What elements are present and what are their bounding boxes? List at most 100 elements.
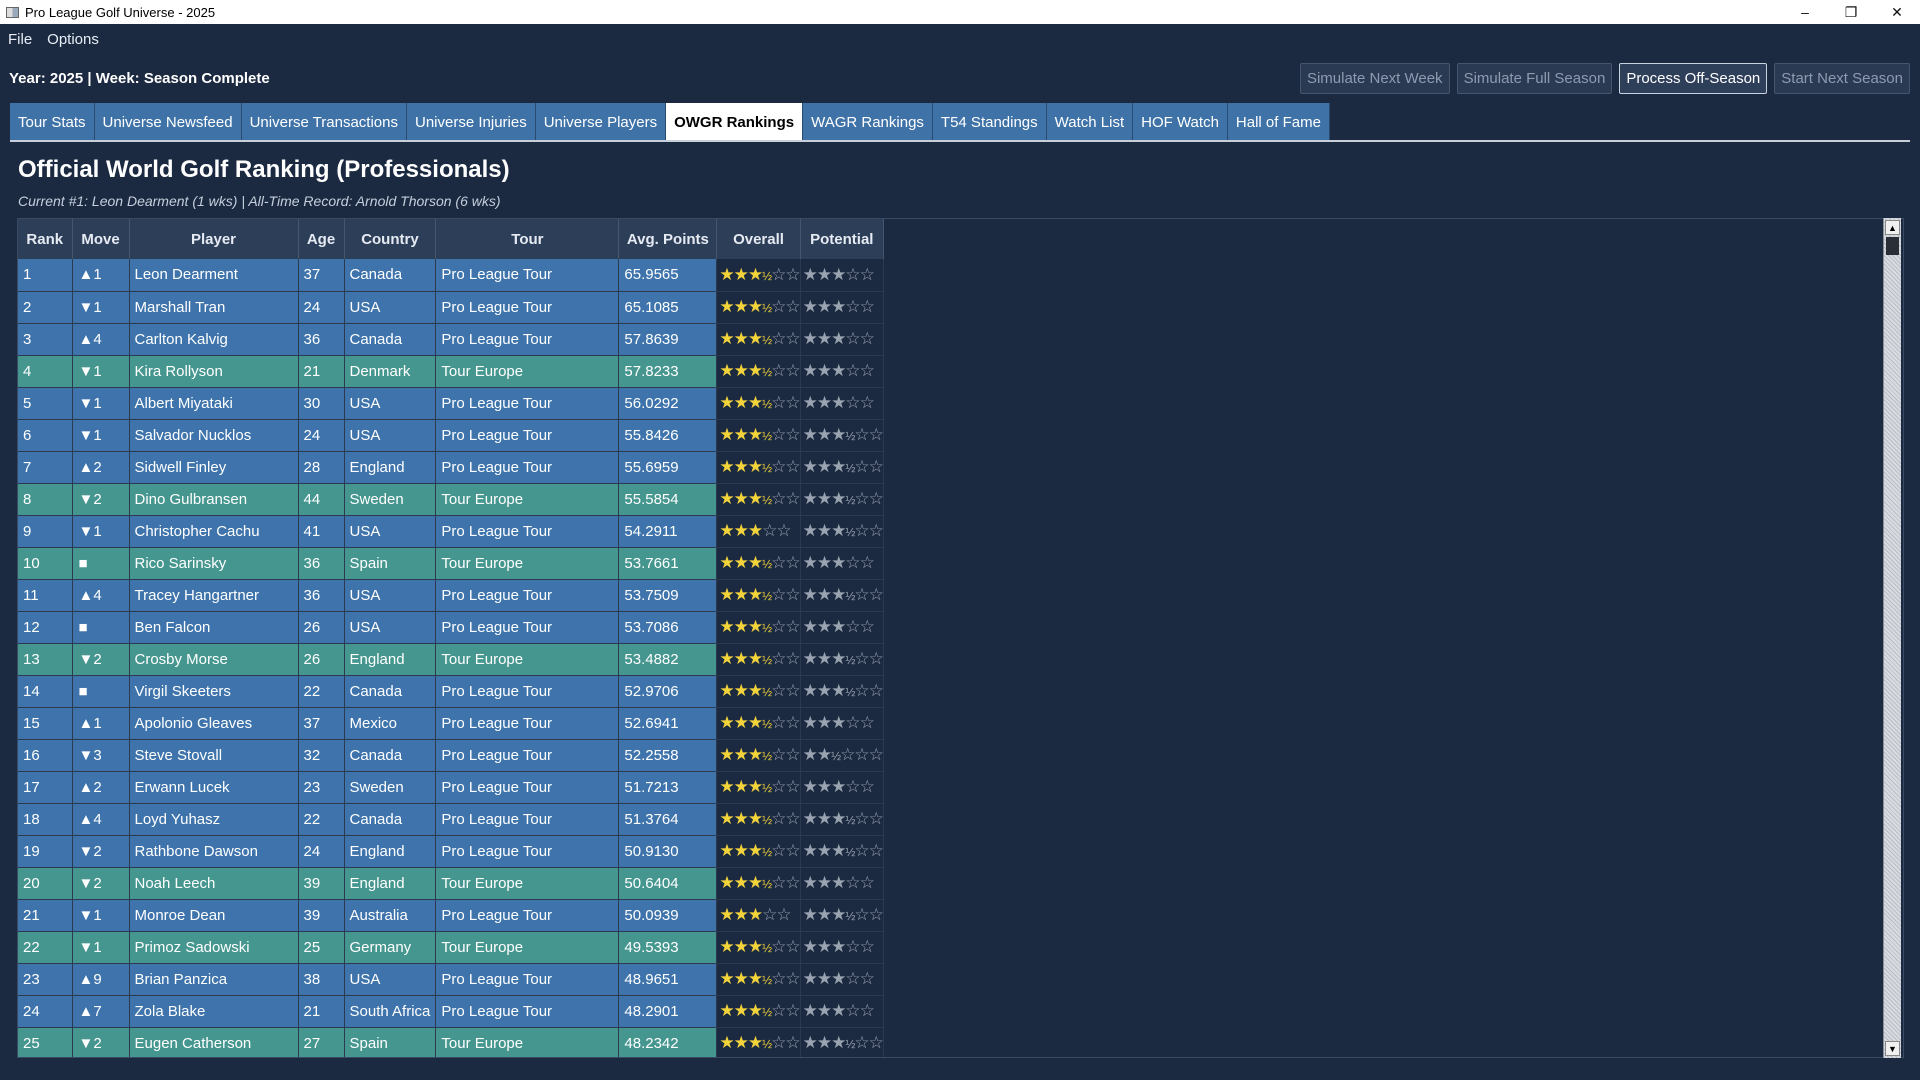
column-header-player[interactable]: Player <box>129 219 299 259</box>
table-row[interactable]: 20 ▼2 Noah Leech 39 England Tour Europe 50.640… <box>18 867 884 900</box>
table-row[interactable]: 8 ▼2 Dino Gulbransen 44 Sweden Tour Europe 55.… <box>18 483 884 516</box>
table-row[interactable]: 15 ▲1 Apolonio Gleaves 37 Mexico Pro League T… <box>18 707 884 740</box>
player-cell: Tracey Hangartner <box>129 579 299 612</box>
country-cell: USA <box>344 387 437 420</box>
table-row[interactable]: 1 ▲1 Leon Dearment 37 Canada Pro League Tour 6… <box>18 259 884 292</box>
table-row[interactable]: 7 ▲2 Sidwell Finley 28 England Pro League Tou… <box>18 451 884 484</box>
potential-stars: ★★★½☆☆ <box>800 643 884 676</box>
column-header-overall[interactable]: Overall <box>716 219 801 259</box>
move-cell: ▼1 <box>72 931 130 964</box>
column-header-age[interactable]: Age <box>298 219 345 259</box>
player-cell: Zola Blake <box>129 995 299 1028</box>
tab-hof-watch[interactable]: HOF Watch <box>1133 103 1228 141</box>
points-cell: 65.9565 <box>618 259 718 292</box>
table-row[interactable]: 21 ▼1 Monroe Dean 39 Australia Pro League Tou… <box>18 899 884 932</box>
table-row[interactable]: 4 ▼1 Kira Rollyson 21 Denmark Tour Europe 57.8… <box>18 355 884 388</box>
rank-cell: 21 <box>18 899 73 932</box>
country-cell: Canada <box>344 675 437 708</box>
table-row[interactable]: 3 ▲4 Carlton Kalvig 36 Canada Pro League Tour… <box>18 323 884 356</box>
player-cell: Noah Leech <box>129 867 299 900</box>
simulate-full-season-button[interactable]: Simulate Full Season <box>1456 63 1613 94</box>
column-header-rank[interactable]: Rank <box>18 219 73 259</box>
restore-icon[interactable]: ❐ <box>1828 0 1874 24</box>
player-cell: Christopher Cachu <box>129 515 299 548</box>
player-cell: Sidwell Finley <box>129 451 299 484</box>
overall-stars: ★★★½☆☆ <box>716 867 801 900</box>
tab-watch-list[interactable]: Watch List <box>1046 103 1134 141</box>
country-cell: Denmark <box>344 355 437 388</box>
country-cell: Sweden <box>344 771 437 804</box>
points-cell: 57.8233 <box>618 355 718 388</box>
table-row[interactable]: 23 ▲9 Brian Panzica 38 USA Pro League Tour 48.… <box>18 963 884 996</box>
overall-stars: ★★★½☆☆ <box>716 931 801 964</box>
menu-options[interactable]: Options <box>47 31 99 48</box>
tab-owgr-rankings[interactable]: OWGR Rankings <box>666 103 804 141</box>
country-cell: USA <box>344 579 437 612</box>
simulate-next-week-button[interactable]: Simulate Next Week <box>1299 63 1450 94</box>
potential-stars: ★★★☆☆ <box>800 867 884 900</box>
country-cell: Australia <box>344 899 437 932</box>
table-row[interactable]: 17 ▲2 Erwann Lucek 23 Sweden Pro League Tour 5… <box>18 771 884 804</box>
player-cell: Leon Dearment <box>129 259 299 292</box>
tab-universe-players[interactable]: Universe Players <box>535 103 667 141</box>
country-cell: Canada <box>344 259 437 292</box>
vertical-scrollbar[interactable]: ▲ ▼ <box>1883 218 1901 1058</box>
close-icon[interactable]: ✕ <box>1874 0 1920 24</box>
tour-cell: Tour Europe <box>435 483 620 516</box>
tour-cell: Pro League Tour <box>435 611 620 644</box>
player-cell: Carlton Kalvig <box>129 323 299 356</box>
table-row[interactable]: 5 ▼1 Albert Miyataki 30 USA Pro League Tour 56… <box>18 387 884 420</box>
tab-universe-transactions[interactable]: Universe Transactions <box>241 103 407 141</box>
player-cell: Rico Sarinsky <box>129 547 299 580</box>
tab-t54-standings[interactable]: T54 Standings <box>932 103 1047 141</box>
column-header-country[interactable]: Country <box>344 219 437 259</box>
table-row[interactable]: 25 ▼2 Eugen Catherson 27 Spain Tour Europe 48.… <box>18 1027 884 1057</box>
table-row[interactable]: 10 ■ Rico Sarinsky 36 Spain Tour Europe 53.766… <box>18 547 884 580</box>
tab-universe-injuries[interactable]: Universe Injuries <box>407 103 536 141</box>
minimize-icon[interactable]: – <box>1782 0 1828 24</box>
age-cell: 36 <box>298 547 345 580</box>
table-row[interactable]: 12 ■ Ben Falcon 26 USA Pro League Tour 53.7086… <box>18 611 884 644</box>
table-row[interactable]: 14 ■ Virgil Skeeters 22 Canada Pro League Tou… <box>18 675 884 708</box>
table-row[interactable]: 19 ▼2 Rathbone Dawson 24 England Pro League T… <box>18 835 884 868</box>
tab-hall-of-fame[interactable]: Hall of Fame <box>1227 103 1330 141</box>
player-cell: Salvador Nucklos <box>129 419 299 452</box>
rank-cell: 9 <box>18 515 73 548</box>
overall-stars: ★★★½☆☆ <box>716 835 801 868</box>
tab-universe-newsfeed[interactable]: Universe Newsfeed <box>94 103 242 141</box>
move-cell: ▲1 <box>72 259 130 292</box>
start-next-season-button[interactable]: Start Next Season <box>1774 63 1910 94</box>
column-header-tour[interactable]: Tour <box>435 219 620 259</box>
overall-stars: ★★★½☆☆ <box>716 963 801 996</box>
table-row[interactable]: 18 ▲4 Loyd Yuhasz 22 Canada Pro League Tour 51… <box>18 803 884 836</box>
scrollbar-thumb[interactable] <box>1886 237 1899 255</box>
scroll-up-icon[interactable]: ▲ <box>1885 220 1900 235</box>
overall-stars: ★★★☆☆ <box>716 515 801 548</box>
column-header-avg-points[interactable]: Avg. Points <box>618 219 718 259</box>
points-cell: 54.2911 <box>618 515 718 548</box>
table-row[interactable]: 16 ▼3 Steve Stovall 32 Canada Pro League Tour… <box>18 739 884 772</box>
table-row[interactable]: 11 ▲4 Tracey Hangartner 36 USA Pro League Tou… <box>18 579 884 612</box>
scroll-down-icon[interactable]: ▼ <box>1885 1041 1900 1056</box>
tab-wagr-rankings[interactable]: WAGR Rankings <box>803 103 933 141</box>
process-off-season-button[interactable]: Process Off-Season <box>1619 63 1768 94</box>
table-row[interactable]: 2 ▼1 Marshall Tran 24 USA Pro League Tour 65.1… <box>18 291 884 324</box>
rank-cell: 5 <box>18 387 73 420</box>
table-row[interactable]: 9 ▼1 Christopher Cachu 41 USA Pro League Tour… <box>18 515 884 548</box>
overall-stars: ★★★½☆☆ <box>716 803 801 836</box>
move-cell: ▼2 <box>72 835 130 868</box>
country-cell: Spain <box>344 1027 437 1057</box>
country-cell: Canada <box>344 803 437 836</box>
rank-cell: 4 <box>18 355 73 388</box>
column-header-potential[interactable]: Potential <box>800 219 884 259</box>
tab-tour-stats[interactable]: Tour Stats <box>10 103 95 141</box>
overall-stars: ★★★½☆☆ <box>716 643 801 676</box>
table-row[interactable]: 24 ▲7 Zola Blake 21 South Africa Pro League T… <box>18 995 884 1028</box>
menu-file[interactable]: File <box>8 31 32 48</box>
points-cell: 55.8426 <box>618 419 718 452</box>
table-row[interactable]: 13 ▼2 Crosby Morse 26 England Tour Europe 53.4… <box>18 643 884 676</box>
table-row[interactable]: 6 ▼1 Salvador Nucklos 24 USA Pro League Tour 5… <box>18 419 884 452</box>
column-header-move[interactable]: Move <box>72 219 130 259</box>
table-row[interactable]: 22 ▼1 Primoz Sadowski 25 Germany Tour Europe 4… <box>18 931 884 964</box>
potential-stars: ★★★½☆☆ <box>800 419 884 452</box>
